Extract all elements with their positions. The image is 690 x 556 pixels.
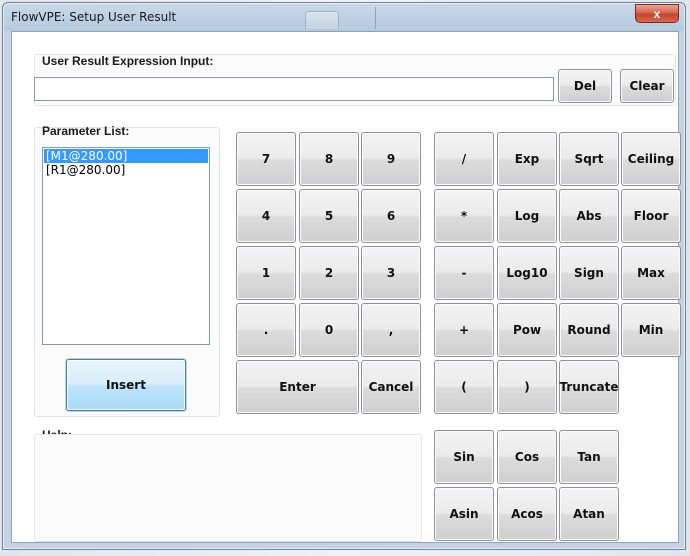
key-7[interactable]: 7	[236, 132, 296, 186]
abs-button[interactable]: Abs	[559, 189, 619, 243]
key-8[interactable]: 8	[299, 132, 359, 186]
round-button[interactable]: Round	[559, 303, 619, 357]
expression-input[interactable]	[34, 77, 554, 101]
expression-label: User Result Expression Input:	[42, 54, 214, 68]
key-9[interactable]: 9	[361, 132, 421, 186]
key-3[interactable]: 3	[361, 246, 421, 300]
sign-button[interactable]: Sign	[559, 246, 619, 300]
min-button[interactable]: Min	[621, 303, 681, 357]
op-add-button[interactable]: +	[434, 303, 494, 357]
cos-button[interactable]: Cos	[497, 430, 557, 484]
sin-button[interactable]: Sin	[434, 430, 494, 484]
acos-button[interactable]: Acos	[497, 487, 557, 541]
dialog-client-area: User Result Expression Input: Del Clear …	[11, 31, 681, 543]
list-item[interactable]: [R1@280.00]	[44, 163, 208, 177]
enter-button[interactable]: Enter	[236, 360, 359, 414]
key-4[interactable]: 4	[236, 189, 296, 243]
pow-button[interactable]: Pow	[497, 303, 557, 357]
window-title: FlowVPE: Setup User Result	[11, 10, 177, 24]
clear-button[interactable]: Clear	[620, 69, 674, 103]
sqrt-button[interactable]: Sqrt	[559, 132, 619, 186]
key-5[interactable]: 5	[299, 189, 359, 243]
cancel-button[interactable]: Cancel	[361, 360, 421, 414]
tan-button[interactable]: Tan	[559, 430, 619, 484]
ceiling-button[interactable]: Ceiling	[621, 132, 681, 186]
setup-user-result-dialog: FlowVPE: Setup User Result x User Result…	[2, 2, 686, 550]
parameter-listbox[interactable]: [M1@280.00] [R1@280.00]	[42, 147, 210, 345]
atan-button[interactable]: Atan	[559, 487, 619, 541]
log-button[interactable]: Log	[497, 189, 557, 243]
close-paren-button[interactable]: )	[497, 360, 557, 414]
op-multiply-button[interactable]: *	[434, 189, 494, 243]
list-item[interactable]: [M1@280.00]	[44, 149, 208, 163]
asin-button[interactable]: Asin	[434, 487, 494, 541]
key-0[interactable]: 0	[299, 303, 359, 357]
open-paren-button[interactable]: (	[434, 360, 494, 414]
close-button[interactable]: x	[635, 4, 679, 23]
parameter-list-label: Parameter List:	[42, 124, 130, 138]
exp-button[interactable]: Exp	[497, 132, 557, 186]
background-tab-ghost	[305, 11, 339, 29]
help-panel	[34, 434, 422, 542]
log10-button[interactable]: Log10	[497, 246, 557, 300]
title-divider	[375, 7, 376, 29]
key-2[interactable]: 2	[299, 246, 359, 300]
insert-button[interactable]: Insert	[66, 359, 186, 411]
key-6[interactable]: 6	[361, 189, 421, 243]
op-divide-button[interactable]: /	[434, 132, 494, 186]
close-icon: x	[653, 6, 661, 21]
title-bar[interactable]: FlowVPE: Setup User Result x	[3, 3, 685, 31]
del-button[interactable]: Del	[558, 69, 612, 103]
max-button[interactable]: Max	[621, 246, 681, 300]
key-decimal[interactable]: .	[236, 303, 296, 357]
floor-button[interactable]: Floor	[621, 189, 681, 243]
truncate-button[interactable]: Truncate	[559, 360, 619, 414]
key-comma[interactable]: ,	[361, 303, 421, 357]
op-subtract-button[interactable]: -	[434, 246, 494, 300]
key-1[interactable]: 1	[236, 246, 296, 300]
